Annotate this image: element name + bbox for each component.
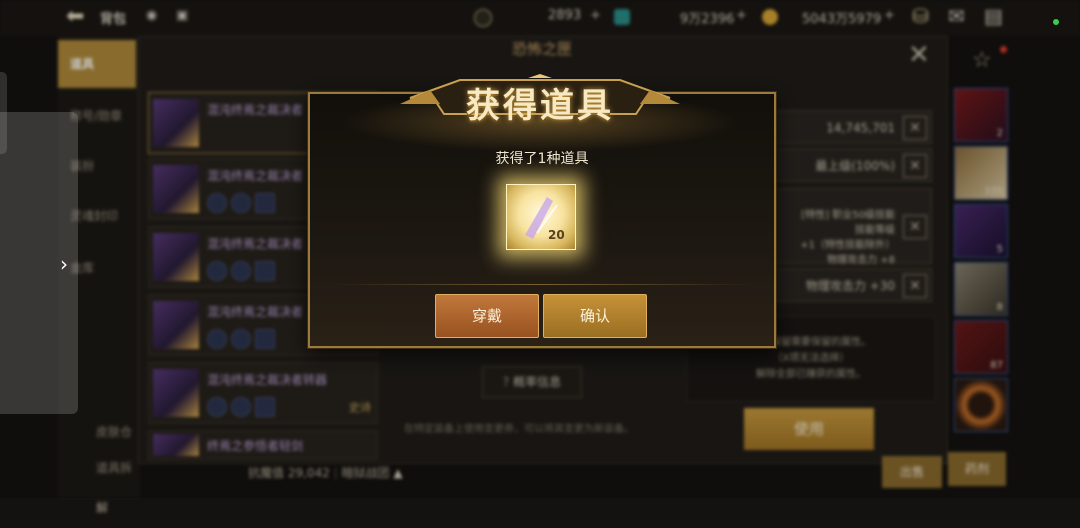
status-dot (1053, 19, 1059, 25)
equip-button[interactable]: 穿戴 (435, 294, 539, 338)
confirm-button[interactable]: 确认 (543, 294, 647, 338)
dialog-title: 获得道具 (466, 86, 614, 126)
chevron-right-icon[interactable]: › (60, 252, 68, 276)
acquired-item-icon[interactable] (506, 184, 576, 250)
item-count: 20 (548, 228, 565, 242)
dialog-divider (330, 284, 754, 285)
dialog-subtitle: 获得了1种道具 (495, 151, 589, 167)
